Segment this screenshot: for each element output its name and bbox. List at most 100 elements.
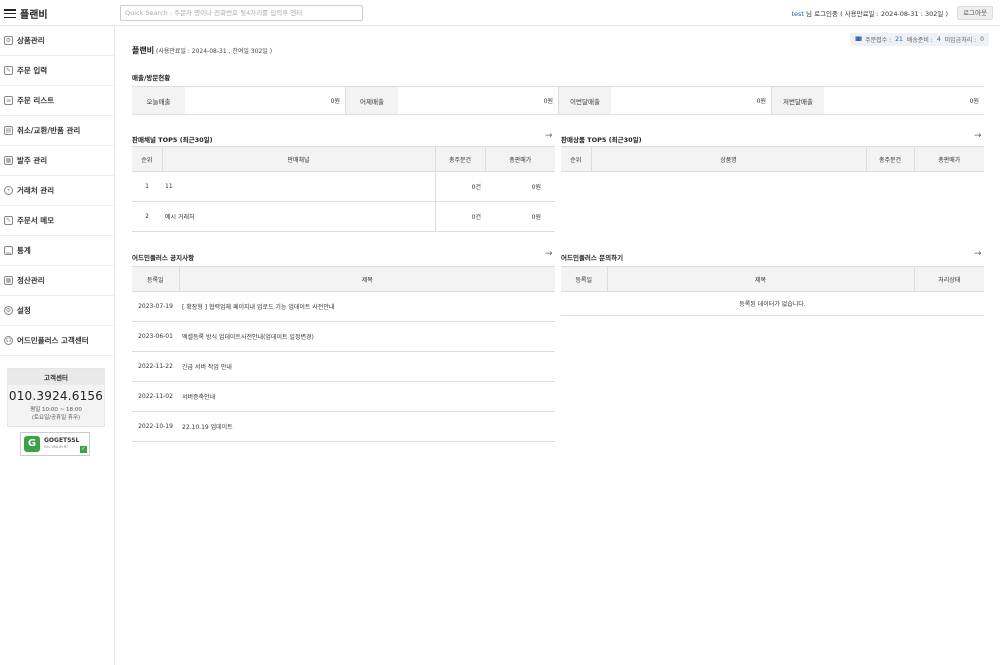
ssl-text: GOGETSSL SSL UNLIM RT (44, 437, 79, 451)
sales-value: 0원 (330, 98, 340, 105)
sidebar-item-settings[interactable]: ⚙ 설정 (0, 296, 114, 326)
sidebar-item-label: 통계 (17, 246, 31, 255)
unpaid-label: 미입금처리 : (944, 37, 977, 44)
sales-value: 0원 (543, 98, 553, 105)
sidebar-item-label: 발주 관리 (17, 156, 48, 165)
ssl-badge[interactable]: G GOGETSSL SSL UNLIM RT ✓ (20, 432, 90, 456)
sidebar-item-label: 설정 (17, 306, 31, 315)
sales-title: 매출/방문현황 (132, 74, 171, 82)
table-row[interactable]: 2022-11-22 긴급 서버 작업 안내 (132, 351, 555, 382)
inquiries-table: 등록일 제목 처리상태 등록된 데이터가 없습니다. (561, 266, 984, 316)
col-date: 등록일 (561, 266, 607, 292)
cell-date: 2023-07-19 (132, 291, 179, 322)
sidebar-item-returns[interactable]: ▤ 취소/교환/반품 관리 (0, 116, 114, 146)
order-icon: ▦ (4, 156, 13, 165)
sales-last-month: 저번달매출 0원 (771, 87, 984, 114)
sidebar-item-stats[interactable]: ▁ 통계 (0, 236, 114, 266)
ssl-name: GOGETSSL (44, 437, 80, 444)
calculator-icon: ▦ (4, 276, 13, 285)
gear-icon: ⚙ (4, 306, 13, 315)
notice-link[interactable]: 긴급 서버 작업 안내 (179, 351, 555, 382)
top-bar: 플랜비 test 님 로그인중 ( 사용만료일 : 2024-08-31 : 3… (0, 0, 1000, 26)
channels-title: 판매채널 TOP5 (최근30일) (132, 136, 213, 144)
cell-price: 0원 (485, 171, 555, 202)
cell-rank: 2 (132, 201, 162, 232)
arrow-right-icon[interactable]: → (545, 131, 553, 141)
user-icon: • (4, 186, 13, 195)
table-row[interactable]: 2022-11-02 서버증축안내 (132, 381, 555, 412)
user-name[interactable]: test (792, 10, 804, 18)
ssl-sub: SSL UNLIM RT (44, 445, 69, 449)
headset-icon: ☊ (4, 336, 13, 345)
sidebar-item-order-entry[interactable]: ✎ 주문 입력 (0, 56, 114, 86)
cell-channel: 예시 거래처 (162, 201, 435, 232)
notice-link[interactable]: 서버증축안내 (179, 381, 555, 412)
cs-hours-holiday: (토요일/공휴일 휴무) (31, 415, 81, 421)
menu-icon[interactable] (4, 9, 16, 18)
cs-phone: 010.3924.6156 (8, 389, 104, 403)
sidebar-item-products[interactable]: ⚙ 상품관리 (0, 26, 114, 56)
sidebar-item-label: 정산관리 (17, 276, 45, 285)
sidebar-item-settlement[interactable]: ▦ 정산관리 (0, 266, 114, 296)
arrow-right-icon[interactable]: → (974, 131, 982, 141)
orders-count: 21 (895, 36, 903, 43)
sidebar-item-label: 주문 입력 (17, 66, 48, 75)
notice-link[interactable]: 22.10.19 업데이트 (179, 411, 555, 442)
col-date: 등록일 (132, 266, 179, 292)
table-row[interactable]: 2022-10-19 22.10.19 업데이트 (132, 411, 555, 442)
check-icon: ✓ (80, 446, 87, 453)
orders-label: 주문접수 : (865, 37, 892, 44)
table-row[interactable]: 2023-07-19[ 확장형 ] 협력업체 페이지내 업로드 기능 업데이트 … (132, 291, 555, 322)
cell-date: 2022-10-19 (132, 411, 179, 442)
sidebar-item-purchase-orders[interactable]: ▦ 발주 관리 (0, 146, 114, 176)
sales-label: 저번달매출 (771, 87, 824, 114)
sidebar-item-order-memo[interactable]: ✎ 주문서 메모 (0, 206, 114, 236)
sidebar-item-clients[interactable]: • 거래처 관리 (0, 176, 114, 206)
sales-value: 0원 (756, 98, 766, 105)
brand[interactable]: 플랜비 (4, 6, 48, 21)
products-title: 판매상품 TOP5 (최근30일) (561, 136, 642, 144)
chart-icon: ▁ (4, 246, 13, 255)
sidebar-item-order-list[interactable]: ≡ 주문 리스트 (0, 86, 114, 116)
sales-value: 0원 (969, 98, 979, 105)
sales-today: 오늘매출 0원 (132, 87, 345, 114)
col-count: 총주문건 (865, 146, 914, 172)
order-status-strip[interactable]: IIIII 주문접수 :21 배송준비 :4 미입금처리 :0 (849, 33, 989, 46)
notice-link[interactable]: [ 확장형 ] 협력업체 페이지내 업로드 기능 업데이트 사전안내 (179, 291, 555, 322)
sidebar-item-label: 주문서 메모 (17, 216, 55, 225)
cs-hours: 평일 10:00 ~ 18:00 (토요일/공휴일 휴무) (8, 406, 104, 422)
cell-price: 0원 (485, 201, 555, 232)
notices-table: 등록일 제목 2023-07-19[ 확장형 ] 협력업체 페이지내 업로드 기… (132, 266, 555, 442)
sidebar-item-label: 상품관리 (17, 36, 45, 45)
cell-channel: 11 (162, 171, 435, 202)
brand-name: 플랜비 (20, 10, 48, 21)
table-row: 2 예시 거래처 0건 0원 (132, 201, 555, 232)
col-title: 제목 (178, 266, 555, 292)
cell-count: 0건 (434, 171, 485, 202)
clipboard-icon: ▤ (4, 126, 13, 135)
quick-search-input[interactable] (120, 5, 363, 21)
empty-message: 등록된 데이터가 없습니다. (561, 291, 984, 316)
sales-label: 어제매출 (345, 87, 398, 114)
col-rank: 순위 (561, 146, 591, 172)
sidebar-item-label: 거래처 관리 (17, 186, 55, 195)
edit-icon: ✎ (4, 66, 13, 75)
memo-icon: ✎ (4, 216, 13, 225)
sidebar-item-support[interactable]: ☊ 어드민플러스 고객센터 (0, 326, 114, 356)
table-row[interactable]: 2023-06-01 엑셀등록 방식 업데이트사전안내(업데이트 일정변경) (132, 321, 555, 352)
cell-date: 2022-11-02 (132, 381, 179, 412)
col-channel: 판매채널 (161, 146, 435, 172)
col-title: 제목 (606, 266, 914, 292)
sales-label: 이번달매출 (558, 87, 611, 114)
inquiries-title: 어드민플러스 문의하기 (561, 254, 624, 262)
sales-label: 오늘매출 (132, 87, 185, 114)
ship-label: 배송준비 : (906, 37, 933, 44)
arrow-right-icon[interactable]: → (974, 249, 982, 259)
logout-button[interactable]: 로그아웃 (957, 6, 993, 20)
main-content: IIIII 주문접수 :21 배송준비 :4 미입금처리 :0 플랜비 (사용만… (115, 26, 1000, 665)
col-rank: 순위 (132, 146, 162, 172)
arrow-right-icon[interactable]: → (545, 249, 553, 259)
bars-icon: IIIII (854, 36, 862, 43)
notice-link[interactable]: 엑셀등록 방식 업데이트사전안내(업데이트 일정변경) (179, 321, 555, 352)
settings-icon: ⚙ (4, 36, 13, 45)
